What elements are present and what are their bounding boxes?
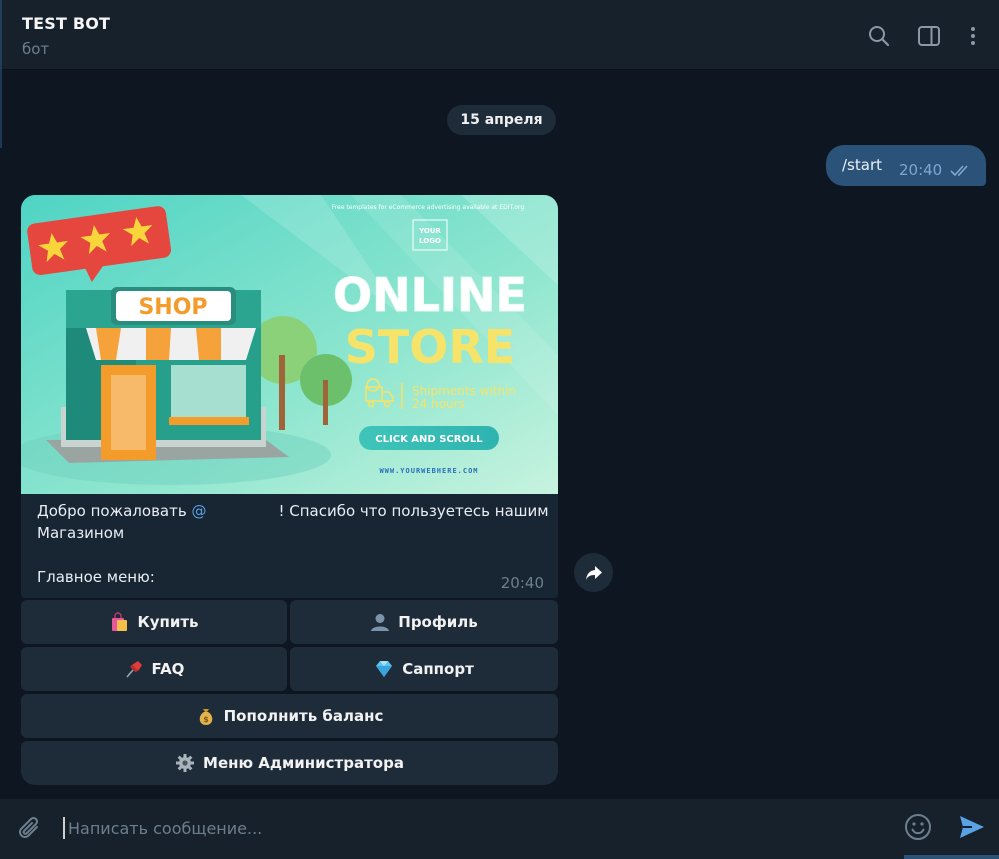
admin-menu-button[interactable]: Меню Администратора [21,741,558,785]
banner-website: WWW.YOURWEBHERE.COM [379,467,478,475]
faq-label: FAQ [151,660,185,678]
incoming-message[interactable]: SHOP Free templates for eCommerce advert… [21,195,558,598]
more-menu-icon[interactable] [961,24,985,48]
chat-subtitle: бот [22,40,50,58]
window-edge [0,0,2,148]
banner-top-note: Free templates for eCommerce advertising… [332,204,525,211]
send-icon[interactable] [958,813,986,845]
banner-cta: CLICK AND SCROLL [375,434,483,445]
send-focus-indicator [904,855,999,859]
shop-sign-text: SHOP [138,295,207,320]
svg-text:$: $ [203,715,209,724]
user-silhouette-icon [370,612,390,632]
emoji-smile-icon[interactable] [904,813,932,845]
buy-button[interactable]: Купить [21,600,287,644]
support-label: Саппорт [402,660,474,678]
caption-thanks: ! Спасибо что пользуетесь нашим [278,502,549,520]
gem-icon [374,659,394,679]
sidebar-toggle-icon[interactable] [917,24,941,48]
shopping-bags-icon [109,612,129,632]
user-mention[interactable]: @ [191,502,206,520]
shipments-line-1: Shipments within [412,384,516,398]
forward-arrow-icon [585,565,602,580]
message-input-placeholder: Написать сообщение... [68,818,263,838]
gear-icon [175,753,195,773]
caption-main-menu: Главное меню: [37,568,155,586]
outgoing-message[interactable]: /start 20:40 [826,145,986,186]
topup-balance-button[interactable]: $ Пополнить баланс [21,694,558,738]
message-text: /start [842,156,882,174]
forward-button[interactable] [574,553,613,592]
banner-headline-2: STORE [345,320,515,374]
faq-button[interactable]: FAQ [21,647,287,691]
store-banner-image[interactable]: SHOP Free templates for eCommerce advert… [21,195,558,494]
buy-label: Купить [137,613,199,631]
profile-label: Профиль [398,613,478,631]
double-check-icon [950,165,968,177]
pushpin-icon [124,659,144,679]
shipments-line-2: 24 hours [412,397,465,411]
message-time: 20:40 [500,574,544,592]
message-input[interactable]: Написать сообщение... [63,816,883,840]
search-icon[interactable] [867,24,891,48]
support-button[interactable]: Саппорт [290,647,558,691]
logo-line-2: LOGO [419,237,441,245]
message-caption: Добро пожаловать @ ! Спасибо что пользует… [37,500,549,588]
date-separator: 15 апреля [447,105,556,135]
chat-title[interactable]: TEST BOT [22,14,110,33]
topup-label: Пополнить баланс [223,707,384,725]
caption-line-2: Магазином [37,524,125,542]
attach-paperclip-icon[interactable] [17,815,43,847]
text-caret [63,817,65,839]
admin-menu-label: Меню Администратора [203,754,404,772]
chat-header: TEST BOT бот [0,0,999,70]
message-composer: Написать сообщение... [0,798,999,859]
banner-headline-1: ONLINE [333,268,527,322]
message-time: 20:40 [899,161,943,179]
logo-line-1: YOUR [418,227,441,235]
money-bag-icon: $ [196,706,216,726]
caption-greeting: Добро пожаловать [37,502,192,520]
profile-button[interactable]: Профиль [290,600,558,644]
